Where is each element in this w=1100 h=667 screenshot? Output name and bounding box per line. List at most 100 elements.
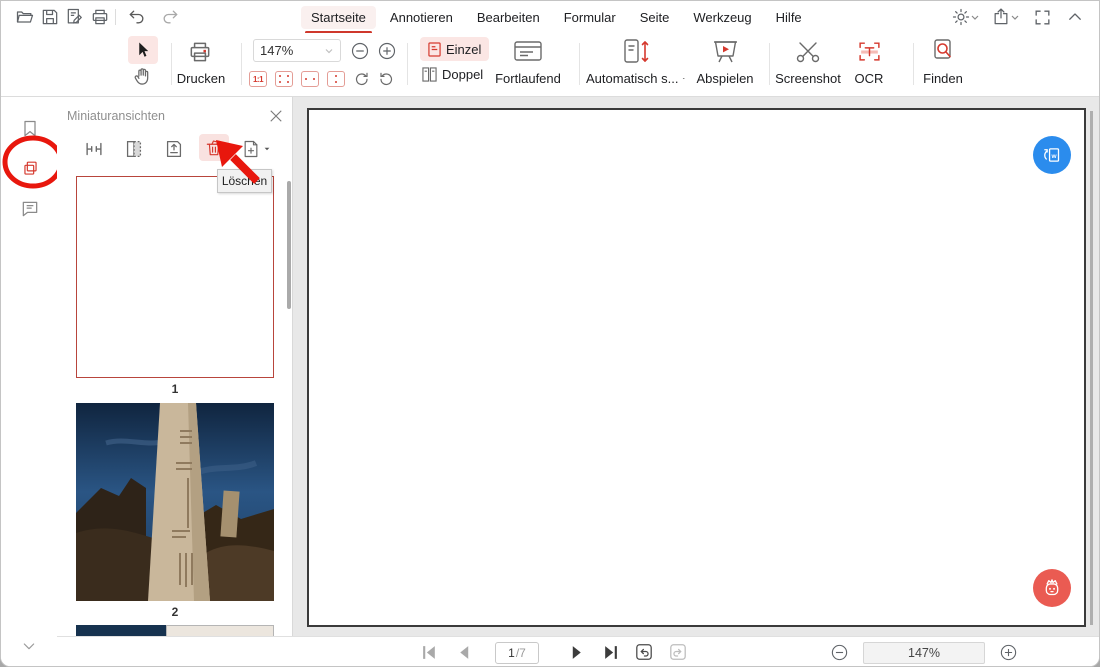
- toolbar: Drucken 147% 1:1 Einzel Doppel Fortlaufe…: [1, 33, 1100, 97]
- delete-page-button[interactable]: [199, 134, 229, 161]
- thumbnail-page-3-image-left: [76, 625, 166, 636]
- autoscroll-button[interactable]: Automatisch s...: [586, 71, 686, 86]
- fit-height-icon[interactable]: [327, 71, 345, 87]
- zoom-in-icon[interactable]: [377, 41, 397, 61]
- thumbnail-page-1[interactable]: [76, 176, 274, 378]
- zoom-level-field[interactable]: 147%: [863, 642, 985, 664]
- find-icon[interactable]: [931, 38, 955, 64]
- tab-startseite[interactable]: Startseite: [301, 6, 376, 29]
- insert-page-button[interactable]: [241, 138, 271, 160]
- word-convert-icon: w: [1039, 142, 1065, 168]
- play-button[interactable]: Abspielen: [690, 71, 760, 86]
- document-area[interactable]: w: [293, 97, 1100, 636]
- tab-hilfe[interactable]: Hilfe: [766, 6, 812, 29]
- actual-size-icon[interactable]: 1:1: [249, 71, 267, 87]
- tab-werkzeug[interactable]: Werkzeug: [683, 6, 761, 29]
- print-button[interactable]: Drucken: [171, 71, 231, 86]
- theme-brightness-icon[interactable]: [951, 7, 979, 27]
- autoscroll-icon[interactable]: [622, 38, 650, 65]
- trash-icon: [204, 138, 224, 158]
- thumbnail-page-2-image: [76, 403, 274, 601]
- tab-seite[interactable]: Seite: [630, 6, 680, 29]
- comments-panel-icon[interactable]: [20, 199, 40, 219]
- print-icon[interactable]: [90, 7, 110, 27]
- thumbnail-page-3[interactable]: [76, 625, 274, 636]
- rotate-cw-icon[interactable]: [352, 70, 370, 88]
- first-page-icon[interactable]: [421, 644, 438, 661]
- page-total: /7: [516, 646, 526, 660]
- single-page-icon: [428, 42, 441, 57]
- redo-icon[interactable]: [160, 7, 180, 27]
- double-page-button[interactable]: Doppel: [422, 67, 483, 82]
- undo-icon[interactable]: [127, 7, 147, 27]
- play-icon[interactable]: [712, 39, 739, 64]
- single-page-label: Einzel: [446, 42, 481, 57]
- fullscreen-icon[interactable]: [1033, 8, 1052, 27]
- document-page[interactable]: [307, 108, 1086, 627]
- screenshot-button[interactable]: Screenshot: [768, 71, 848, 86]
- left-sidebar: [1, 97, 58, 667]
- tab-formular[interactable]: Formular: [554, 6, 626, 29]
- hand-tool-icon[interactable]: [132, 65, 154, 87]
- separator: [115, 9, 116, 25]
- chevron-down-icon: [263, 145, 271, 153]
- fit-width-icon[interactable]: [301, 71, 319, 87]
- single-page-button[interactable]: Einzel: [420, 37, 489, 61]
- thumbnail-page-2[interactable]: [76, 403, 274, 601]
- printer-icon[interactable]: [187, 39, 213, 65]
- rotate-ccw-icon[interactable]: [378, 70, 396, 88]
- fit-page-icon[interactable]: [275, 71, 293, 87]
- last-page-icon[interactable]: [602, 644, 619, 661]
- find-button[interactable]: Finden: [917, 71, 969, 86]
- continuous-button[interactable]: Fortlaufend: [488, 71, 568, 86]
- open-file-icon[interactable]: [15, 7, 35, 27]
- autoscroll-label: Automatisch s...: [586, 71, 678, 86]
- tab-annotieren[interactable]: Annotieren: [380, 6, 463, 29]
- continuous-icon[interactable]: [513, 39, 543, 63]
- page-number-input[interactable]: 1 /7: [495, 642, 539, 664]
- convert-to-word-button[interactable]: w: [1033, 136, 1071, 174]
- next-page-icon[interactable]: [568, 644, 585, 661]
- tab-bearbeiten[interactable]: Bearbeiten: [467, 6, 550, 29]
- separator: [579, 43, 580, 85]
- zoom-out-icon[interactable]: [350, 41, 370, 61]
- double-page-label: Doppel: [442, 67, 483, 82]
- split-page-icon[interactable]: [123, 138, 145, 160]
- svg-text:w: w: [1051, 153, 1058, 160]
- page-current: 1: [508, 646, 515, 660]
- insert-position-icon[interactable]: [83, 138, 105, 160]
- chevron-down-icon: [682, 74, 686, 83]
- ribbon-tabs: Startseite Annotieren Bearbeiten Formula…: [301, 1, 812, 33]
- separator: [407, 43, 408, 85]
- ocr-button[interactable]: OCR: [844, 71, 894, 86]
- thumbnails-panel-icon[interactable]: [21, 159, 40, 178]
- cursor-icon: [134, 41, 152, 59]
- document-scrollbar-thumb[interactable]: [1090, 111, 1093, 625]
- ocr-icon[interactable]: [857, 39, 882, 64]
- save-as-icon[interactable]: [65, 7, 85, 27]
- save-icon[interactable]: [40, 7, 60, 27]
- actual-size-label: 1:1: [253, 75, 263, 84]
- zoom-out-status-icon[interactable]: [830, 643, 849, 662]
- close-panel-icon[interactable]: [269, 109, 283, 123]
- collapse-toolbar-icon[interactable]: [1066, 8, 1084, 26]
- top-menubar: Startseite Annotieren Bearbeiten Formula…: [1, 1, 1100, 34]
- separator: [913, 43, 914, 85]
- screenshot-icon[interactable]: [795, 41, 821, 64]
- zoom-in-status-icon[interactable]: [999, 643, 1018, 662]
- status-bar: 1 /7 147%: [57, 636, 1100, 667]
- sidebar-collapse-icon[interactable]: [21, 638, 37, 654]
- extract-page-icon[interactable]: [163, 138, 185, 160]
- previous-page-icon[interactable]: [456, 644, 473, 661]
- bookmark-panel-icon[interactable]: [20, 119, 40, 139]
- chevron-down-icon: [324, 46, 334, 56]
- previous-view-icon[interactable]: [635, 643, 653, 661]
- assistant-robot-button[interactable]: [1033, 569, 1071, 607]
- share-icon[interactable]: [991, 7, 1019, 27]
- next-view-icon[interactable]: [669, 643, 687, 661]
- panel-scrollbar-thumb[interactable]: [287, 181, 291, 309]
- zoom-select-value: 147%: [260, 43, 293, 58]
- select-tool-button[interactable]: [128, 36, 158, 64]
- double-page-icon: [422, 67, 437, 82]
- zoom-select[interactable]: 147%: [253, 39, 341, 62]
